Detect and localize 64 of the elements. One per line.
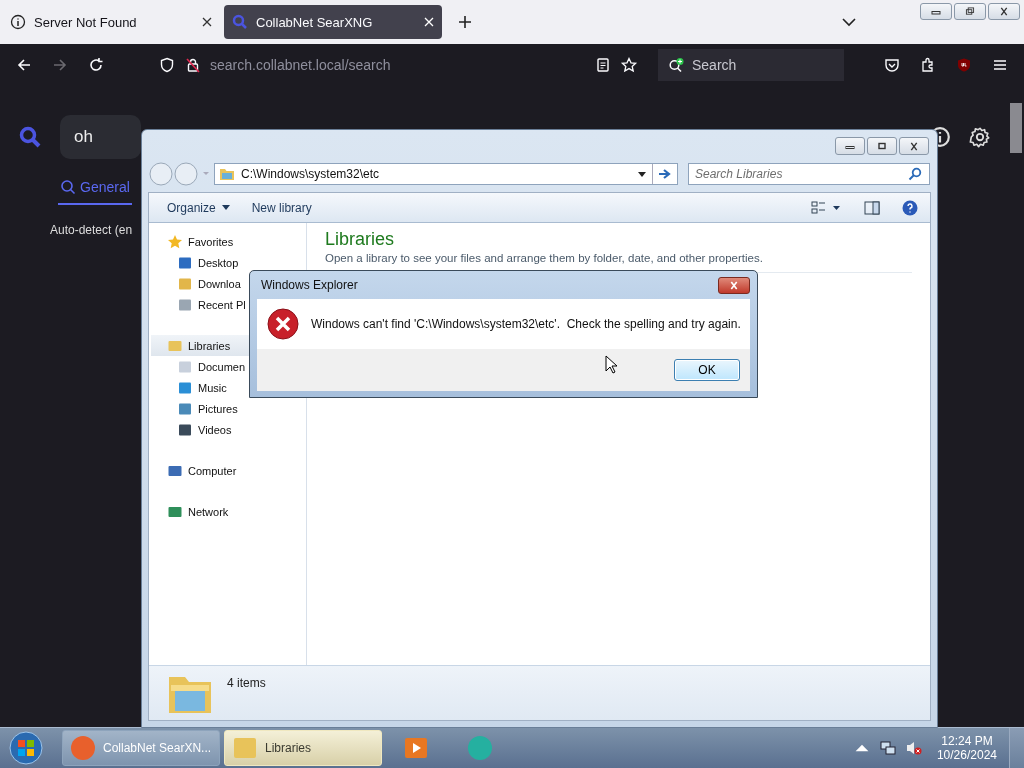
library-heading: Libraries bbox=[325, 229, 395, 250]
browser-tab[interactable]: CollabNet SearXNG bbox=[224, 5, 442, 39]
caret-icon bbox=[221, 205, 230, 210]
chevron-down-icon[interactable] bbox=[842, 17, 856, 27]
search-field[interactable]: oh bbox=[60, 115, 141, 159]
maximize-icon bbox=[876, 141, 888, 151]
close-button[interactable] bbox=[899, 137, 929, 155]
nav-item[interactable]: Videos bbox=[149, 419, 306, 440]
taskbar-button[interactable]: Libraries bbox=[224, 730, 382, 766]
maximize-button[interactable] bbox=[867, 137, 897, 155]
minimize-button[interactable] bbox=[835, 137, 865, 155]
search-icon bbox=[668, 56, 686, 73]
toolbar-button[interactable]: Organize bbox=[161, 197, 236, 218]
url-text: search.collabnet.local/search bbox=[210, 56, 392, 73]
close-icon bbox=[908, 141, 920, 151]
error-message: Windows can't find 'C:\Windows\system32\etc'. Check the spelling and try again. bbox=[311, 317, 741, 331]
start-button[interactable] bbox=[8, 730, 44, 766]
nav-item[interactable]: Desktop bbox=[149, 252, 306, 273]
cursor-icon bbox=[605, 355, 617, 374]
close-button[interactable] bbox=[988, 3, 1020, 20]
search-field[interactable]: Search Libraries bbox=[688, 163, 930, 185]
new-tab-icon[interactable] bbox=[458, 15, 472, 29]
nav-item[interactable]: Music bbox=[149, 377, 306, 398]
address-bar[interactable]: C:\Windows\system32\etc bbox=[214, 163, 678, 185]
error-icon bbox=[267, 308, 299, 340]
ok-button[interactable]: OK bbox=[674, 359, 740, 381]
close-icon[interactable] bbox=[202, 17, 212, 27]
star-icon[interactable] bbox=[620, 56, 638, 73]
nav-item[interactable]: Documen bbox=[149, 356, 306, 377]
nav-item[interactable]: Favorites bbox=[149, 231, 306, 252]
restore-button[interactable] bbox=[954, 3, 986, 20]
search-icon bbox=[60, 179, 76, 195]
search-icon bbox=[907, 167, 923, 181]
browser-tab[interactable]: Server Not Found bbox=[2, 5, 220, 39]
dialog-title: Windows Explorer bbox=[261, 278, 358, 292]
search-logo-icon bbox=[18, 125, 42, 149]
close-icon bbox=[998, 7, 1010, 16]
view-options-icon[interactable] bbox=[810, 199, 842, 216]
nav-item[interactable]: Computer bbox=[149, 460, 306, 481]
clock[interactable]: 12:24 PM 10/26/2024 bbox=[936, 734, 997, 762]
close-button[interactable] bbox=[718, 276, 750, 294]
item-count: 4 items bbox=[227, 676, 266, 690]
close-icon bbox=[728, 280, 740, 290]
settings-icon[interactable] bbox=[969, 126, 991, 148]
dropdown-icon[interactable] bbox=[638, 171, 646, 177]
preview-pane-icon[interactable] bbox=[864, 199, 880, 216]
reader-view-icon[interactable] bbox=[594, 56, 612, 73]
arrow-icon bbox=[658, 168, 672, 180]
shield-icon bbox=[158, 56, 176, 73]
nav-item[interactable]: Network bbox=[149, 501, 306, 522]
nav-item[interactable]: Pictures bbox=[149, 398, 306, 419]
category-tab[interactable]: General bbox=[58, 175, 132, 205]
volume-muted-icon[interactable] bbox=[905, 740, 922, 756]
star-icon bbox=[167, 233, 183, 250]
info-icon bbox=[10, 14, 26, 30]
language-selector[interactable]: Auto-detect (en bbox=[50, 223, 133, 237]
restore-icon bbox=[964, 7, 976, 16]
lock-icon bbox=[184, 56, 202, 73]
search-icon bbox=[232, 14, 248, 30]
search-field[interactable]: Search bbox=[658, 48, 844, 81]
help-icon[interactable] bbox=[902, 199, 918, 216]
toolbar-button[interactable]: New library bbox=[245, 197, 318, 218]
nav-item[interactable]: Recent Pl bbox=[149, 294, 306, 315]
library-description: Open a library to see your files and arrange them by folder, date, and other properties. bbox=[325, 252, 764, 264]
